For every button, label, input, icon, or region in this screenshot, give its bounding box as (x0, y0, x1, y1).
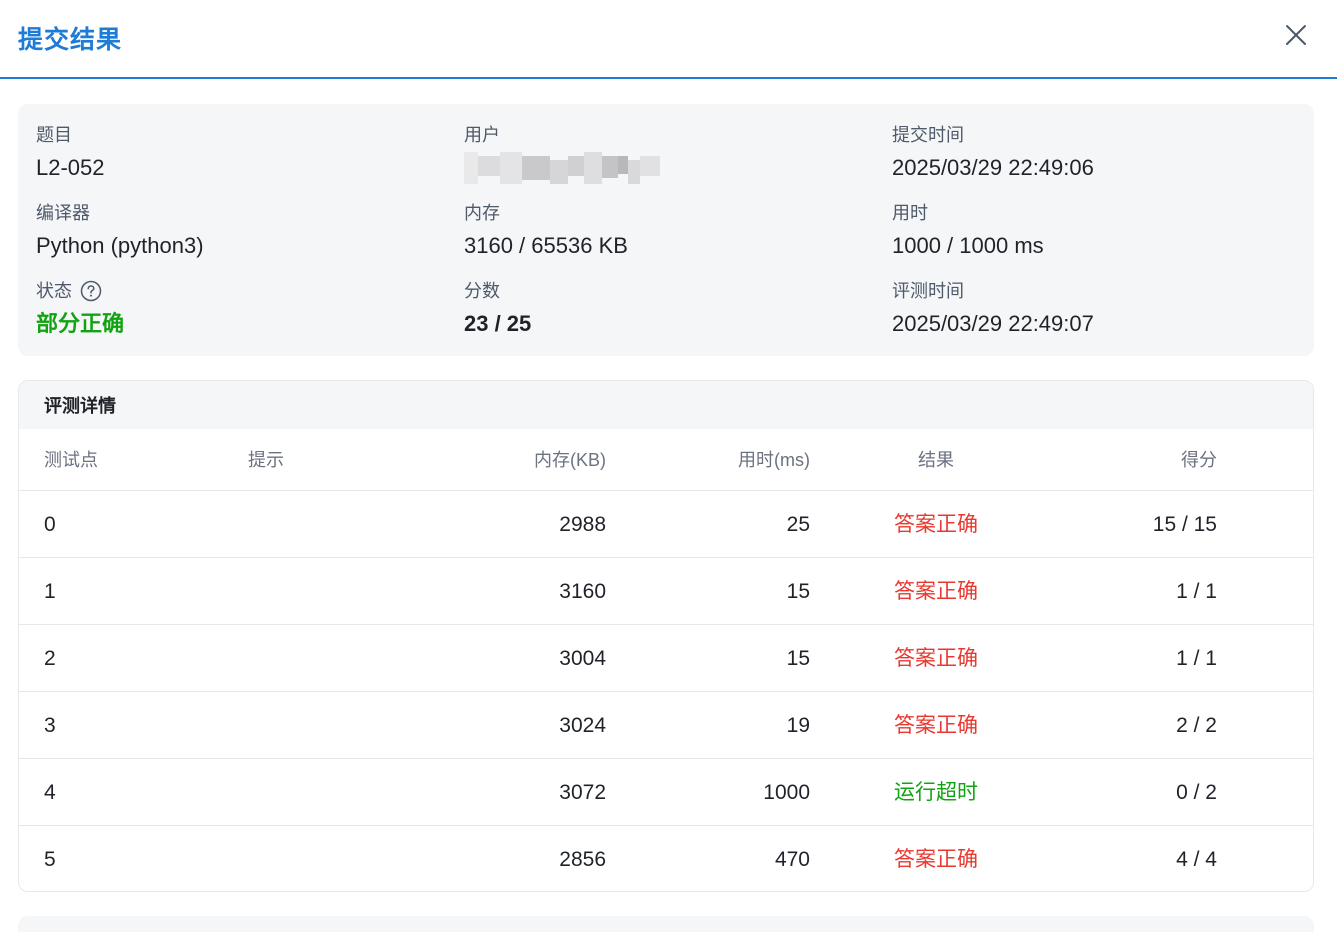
cell-case: 0 (44, 513, 56, 536)
status-label: 状态 (36, 281, 72, 301)
cell-case: 4 (44, 781, 56, 804)
cell-case: 2 (44, 647, 56, 670)
cell-score: 15 / 15 (1152, 513, 1217, 536)
cell-result: 答案正确 (894, 647, 978, 670)
info-status: 状态 部分正确 (36, 280, 124, 338)
col-memory: 内存(KB) (534, 450, 606, 470)
cell-case: 1 (44, 580, 56, 603)
cell-memory: 2988 (559, 513, 606, 536)
cell-time: 1000 (763, 781, 810, 804)
info-time-used: 用时 1000 / 1000 ms (892, 202, 1044, 260)
table-row: 0 2988 25 答案正确 15 / 15 (19, 491, 1313, 558)
details-title: 评测详情 (19, 381, 1313, 429)
status-value: 部分正确 (36, 311, 125, 336)
info-judge-time: 评测时间 2025/03/29 22:49:07 (892, 280, 1094, 338)
memory-value: 3160 / 65536 KB (464, 233, 628, 258)
dialog-title: 提交结果 (18, 26, 123, 54)
cell-case: 3 (44, 714, 56, 737)
table-row: 3 3024 19 答案正确 2 / 2 (19, 692, 1313, 759)
score-label: 分数 (464, 281, 500, 301)
time-used-label: 用时 (892, 203, 928, 223)
cell-memory: 2856 (559, 848, 606, 871)
judge-details-card: 评测详情 测试点 提示 内存(KB) 用时(ms) 结果 得分 0 2988 25 答… (18, 380, 1314, 892)
col-case: 测试点 (44, 450, 98, 470)
col-result: 结果 (918, 450, 954, 470)
cell-memory: 3024 (559, 714, 606, 737)
cell-time: 15 (786, 580, 810, 603)
table-row: 2 3004 15 答案正确 1 / 1 (19, 625, 1313, 692)
cell-time: 19 (786, 714, 810, 737)
table-row: 5 2856 470 答案正确 4 / 4 (19, 826, 1313, 891)
info-problem: 题目 L2-052 (36, 124, 105, 182)
details-table-header: 测试点 提示 内存(KB) 用时(ms) 结果 得分 (19, 429, 1313, 491)
compiler-label: 编译器 (36, 203, 90, 223)
problem-label: 题目 (36, 125, 72, 145)
problem-value[interactable]: L2-052 (36, 154, 105, 182)
cell-result: 答案正确 (894, 513, 978, 536)
compiler-value: Python (python3) (36, 233, 204, 258)
cell-result: 答案正确 (894, 848, 978, 871)
details-table-body: 0 2988 25 答案正确 15 / 15 1 3160 15 答案正确 1 / 1 2 3004 1… (19, 491, 1313, 891)
table-row: 4 3072 1000 运行超时 0 / 2 (19, 759, 1313, 826)
next-section-card (18, 916, 1314, 932)
cell-score: 2 / 2 (1176, 714, 1217, 737)
user-label: 用户 (464, 125, 500, 145)
cell-memory: 3004 (559, 647, 606, 670)
score-value: 23 / 25 (464, 311, 532, 336)
cell-time: 25 (786, 513, 810, 536)
info-submit-time: 提交时间 2025/03/29 22:49:06 (892, 124, 1094, 182)
cell-result: 运行超时 (894, 781, 978, 804)
submit-time-value: 2025/03/29 22:49:06 (892, 155, 1094, 180)
cell-result: 答案正确 (894, 580, 978, 603)
cell-case: 5 (44, 848, 56, 871)
col-hint: 提示 (248, 450, 284, 470)
cell-score: 1 / 1 (1176, 580, 1217, 603)
info-compiler: 编译器 Python (python3) (36, 202, 204, 260)
info-user: 用户 (464, 124, 660, 184)
cell-time: 15 (786, 647, 810, 670)
time-used-value: 1000 / 1000 ms (892, 233, 1044, 258)
col-score: 得分 (1181, 450, 1217, 470)
col-time: 用时(ms) (738, 450, 810, 470)
info-score: 分数 23 / 25 (464, 280, 531, 338)
user-value-redacted (464, 152, 660, 184)
cell-memory: 3160 (559, 580, 606, 603)
cell-time: 470 (774, 848, 810, 871)
submit-time-label: 提交时间 (892, 125, 964, 145)
judge-time-label: 评测时间 (892, 281, 964, 301)
close-icon (1286, 25, 1306, 45)
submission-info-card: 题目 L2-052 用户 提交时间 2025/03/29 22:49:06 编译… (18, 104, 1314, 356)
cell-score: 4 / 4 (1176, 848, 1217, 871)
cell-score: 0 / 2 (1176, 781, 1217, 804)
memory-label: 内存 (464, 203, 500, 223)
dialog-header: 提交结果 (0, 0, 1337, 79)
cell-score: 1 / 1 (1176, 647, 1217, 670)
info-memory: 内存 3160 / 65536 KB (464, 202, 628, 260)
judge-time-value: 2025/03/29 22:49:07 (892, 311, 1094, 336)
cell-result: 答案正确 (894, 714, 978, 737)
cell-memory: 3072 (559, 781, 606, 804)
question-circle-icon[interactable] (80, 280, 102, 302)
close-button[interactable] (1283, 22, 1309, 48)
table-row: 1 3160 15 答案正确 1 / 1 (19, 558, 1313, 625)
